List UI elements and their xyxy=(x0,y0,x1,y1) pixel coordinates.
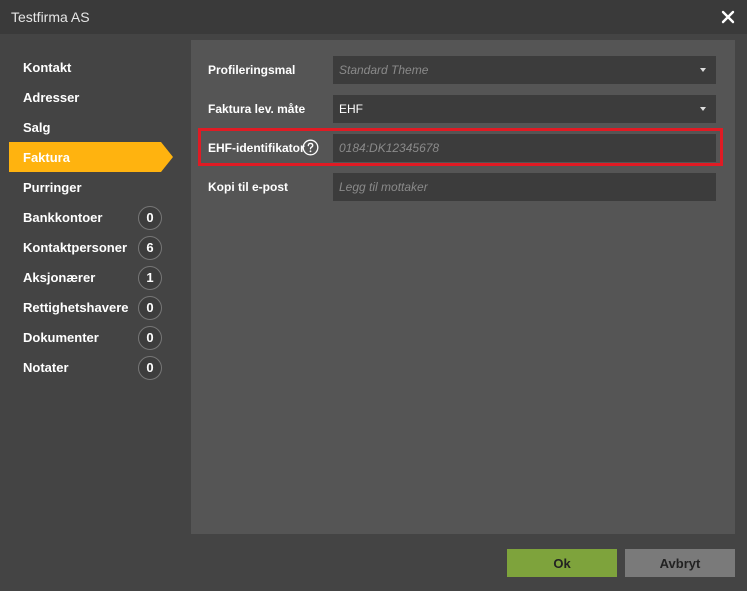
chevron-down-icon xyxy=(700,68,706,72)
sidebar-item-label: Kontaktpersoner xyxy=(23,240,128,255)
sidebar-item-notater[interactable]: Notater 0 xyxy=(0,352,173,382)
close-icon[interactable] xyxy=(719,8,737,26)
sidebar-item-dokumenter[interactable]: Dokumenter 0 xyxy=(0,322,173,352)
sidebar-item-rettighetshavere[interactable]: Rettighetshavere 0 xyxy=(0,292,173,322)
count-badge: 0 xyxy=(138,296,162,320)
count-badge: 1 xyxy=(138,266,162,290)
faktura-lev-mate-select[interactable]: EHF xyxy=(333,95,716,123)
count-badge: 0 xyxy=(138,326,162,350)
window-titlebar: Testfirma AS xyxy=(0,0,747,34)
field-label: Profileringsmal xyxy=(208,63,296,77)
row-faktura-lev-mate: Faktura lev. måte EHF xyxy=(191,95,735,125)
select-value: EHF xyxy=(339,102,363,116)
count-badge: 0 xyxy=(138,206,162,230)
select-placeholder: Standard Theme xyxy=(339,63,429,77)
sidebar-item-label: Purringer xyxy=(23,180,82,195)
sidebar-nav: Kontakt Adresser Salg Faktura Purringer … xyxy=(0,52,180,382)
cancel-button[interactable]: Avbryt xyxy=(625,549,735,577)
sidebar-item-label: Aksjonærer xyxy=(23,270,96,285)
sidebar-item-purringer[interactable]: Purringer xyxy=(0,172,173,202)
sidebar-item-label: Rettighetshavere xyxy=(23,300,129,315)
faktura-panel: Profileringsmal Standard Theme Faktura l… xyxy=(191,40,735,534)
sidebar-item-label: Kontakt xyxy=(23,60,72,75)
sidebar-item-adresser[interactable]: Adresser xyxy=(0,82,173,112)
sidebar-item-label: Faktura xyxy=(23,150,70,165)
row-kopi-til-epost: Kopi til e-post xyxy=(191,173,735,203)
count-badge: 6 xyxy=(138,236,162,260)
sidebar-item-salg[interactable]: Salg xyxy=(0,112,173,142)
sidebar-item-kontaktpersoner[interactable]: Kontaktpersoner 6 xyxy=(0,232,173,262)
field-label: Faktura lev. måte xyxy=(208,102,306,116)
sidebar-item-bankkontoer[interactable]: Bankkontoer 0 xyxy=(0,202,173,232)
row-profileringsmal: Profileringsmal Standard Theme xyxy=(191,56,735,86)
window-title: Testfirma AS xyxy=(11,9,90,25)
row-ehf-identifikator: EHF-identifikator xyxy=(191,128,735,166)
sidebar-item-faktura[interactable]: Faktura xyxy=(0,142,173,172)
chevron-down-icon xyxy=(700,107,706,111)
sidebar-item-label: Dokumenter xyxy=(23,330,99,345)
sidebar-item-label: Notater xyxy=(23,360,69,375)
help-icon[interactable] xyxy=(302,139,319,156)
profileringsmal-select[interactable]: Standard Theme xyxy=(333,56,716,84)
count-badge: 0 xyxy=(138,356,162,380)
ehf-identifikator-input[interactable] xyxy=(333,134,716,162)
kopi-til-epost-input[interactable] xyxy=(333,173,716,201)
field-label: Kopi til e-post xyxy=(208,180,288,194)
sidebar-item-kontakt[interactable]: Kontakt xyxy=(0,52,173,82)
sidebar-item-label: Salg xyxy=(23,120,51,135)
sidebar-item-label: Adresser xyxy=(23,90,80,105)
sidebar-item-aksjonaerer[interactable]: Aksjonærer 1 xyxy=(0,262,173,292)
field-label: EHF-identifikator xyxy=(208,141,305,155)
sidebar-item-label: Bankkontoer xyxy=(23,210,103,225)
ok-button[interactable]: Ok xyxy=(507,549,617,577)
